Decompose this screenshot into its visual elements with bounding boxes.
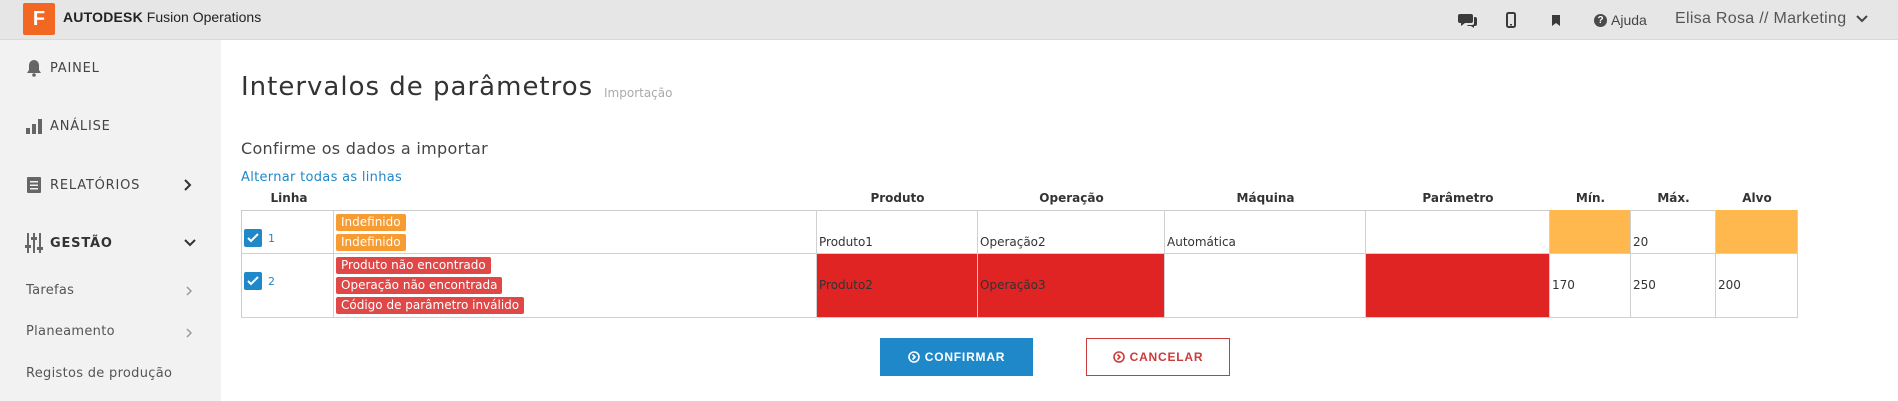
table-cell-status	[334, 210, 817, 254]
sidebar-subitem-registos[interactable]: Registos de produção	[26, 366, 172, 381]
sidebar-item-relatorios[interactable]: RELATÓRIOS	[24, 175, 140, 195]
chevron-right-icon	[184, 179, 192, 191]
sidebar-item-label: ANÁLISE	[50, 118, 111, 134]
cell-value: Produto2	[819, 278, 873, 292]
column-header-operacao: Operação	[1039, 191, 1104, 205]
chart-icon	[26, 119, 42, 134]
bookmark-icon[interactable]	[1546, 11, 1566, 29]
row-number: 2	[268, 275, 275, 288]
column-header-alvo: Alvo	[1742, 191, 1772, 205]
table-cell-maquina[interactable]	[1165, 254, 1366, 318]
bell-icon	[27, 60, 41, 77]
table-cell-produto[interactable]: Produto1	[817, 210, 978, 254]
top-bar: F AUTODESK Fusion Operations ? Ajuda Eli…	[0, 0, 1898, 40]
sidebar-subitem-tarefas[interactable]: Tarefas	[26, 283, 74, 298]
chevron-right-icon	[186, 328, 192, 338]
cell-value: 200	[1718, 278, 1741, 292]
help-link[interactable]: ? Ajuda	[1594, 12, 1647, 28]
sliders-icon	[25, 233, 43, 253]
chevron-right-icon	[186, 286, 192, 296]
circle-arrow-icon	[907, 351, 920, 363]
row-number: 1	[268, 232, 275, 245]
table-cell-min[interactable]	[1550, 210, 1631, 254]
sidebar-item-analise[interactable]: ANÁLISE	[24, 117, 111, 135]
table-cell-max[interactable]: 250	[1631, 254, 1716, 318]
checkmark-icon	[247, 233, 259, 243]
sidebar-subitem-planeamento[interactable]: Planeamento	[26, 324, 115, 339]
chevron-down-icon	[184, 239, 196, 247]
cell-value: Produto1	[819, 235, 873, 249]
status-badge: Indefinido	[336, 234, 406, 251]
column-header-min: Mín.	[1575, 191, 1606, 205]
sidebar-item-gestao[interactable]: GESTÃO	[24, 232, 113, 254]
help-icon: ?	[1594, 13, 1607, 27]
sidebar-item-label: RELATÓRIOS	[50, 177, 141, 193]
table-cell-operacao[interactable]: Operação2	[978, 210, 1165, 254]
column-header-produto: Produto	[870, 191, 925, 205]
table-cell-parametro[interactable]	[1366, 254, 1550, 318]
status-badge: Produto não encontrado	[336, 257, 491, 274]
chevron-down-icon	[1856, 15, 1869, 23]
cell-value: Operação3	[980, 278, 1046, 292]
table-cell-min[interactable]: 170	[1550, 254, 1631, 318]
row-checkbox[interactable]	[244, 229, 262, 247]
page-title: Intervalos de parâmetros	[241, 72, 594, 102]
user-menu[interactable]: Elisa Rosa // Marketing	[1675, 10, 1869, 28]
column-header-linha: Linha	[270, 191, 308, 205]
circle-arrow-icon	[1112, 351, 1125, 363]
sidebar-item-label: PAINEL	[50, 60, 100, 76]
app-logo[interactable]: F	[23, 3, 55, 35]
mobile-icon[interactable]	[1501, 11, 1521, 29]
reports-icon	[27, 177, 41, 193]
page-subtitle: Importação	[604, 86, 673, 100]
brand-name: AUTODESK	[63, 9, 143, 25]
status-badge: Indefinido	[336, 214, 406, 231]
table-cell-alvo[interactable]	[1716, 210, 1798, 254]
row-checkbox[interactable]	[244, 272, 262, 290]
product-name: Fusion Operations	[146, 9, 262, 25]
table-cell-max[interactable]: 20	[1631, 210, 1716, 254]
chat-icon[interactable]	[1458, 11, 1478, 29]
column-header-max: Máx.	[1657, 191, 1690, 205]
sidebar	[0, 40, 221, 401]
app-title: AUTODESK Fusion Operations	[63, 9, 261, 25]
cancel-label: CANCELAR	[1129, 350, 1204, 364]
confirm-button[interactable]: CONFIRMAR	[880, 338, 1033, 376]
table-cell-parametro[interactable]	[1366, 210, 1550, 254]
cell-value: 170	[1552, 278, 1575, 292]
table-cell-alvo[interactable]: 200	[1716, 254, 1798, 318]
status-badge: Código de parâmetro inválido	[336, 297, 525, 314]
section-title: Confirme os dados a importar	[241, 139, 489, 158]
cell-value: 20	[1633, 235, 1649, 249]
help-label: Ajuda	[1611, 12, 1647, 28]
sidebar-item-label: GESTÃO	[50, 235, 113, 251]
checkmark-icon	[247, 276, 259, 286]
table-cell-operacao[interactable]: Operação3	[978, 254, 1165, 318]
confirm-label: CONFIRMAR	[924, 350, 1006, 364]
user-label: Elisa Rosa // Marketing	[1675, 10, 1847, 27]
column-header-parametro: Parâmetro	[1422, 191, 1494, 205]
cell-value: Operação2	[980, 235, 1046, 249]
table-cell-produto[interactable]: Produto2	[817, 254, 978, 318]
column-header-maquina: Máquina	[1236, 191, 1295, 205]
cancel-button[interactable]: CANCELAR	[1086, 338, 1230, 376]
table-cell-maquina[interactable]: Automática	[1165, 210, 1366, 254]
status-badge: Operação não encontrada	[336, 277, 503, 294]
toggle-all-rows-link[interactable]: Alternar todas as linhas	[241, 170, 402, 185]
sidebar-item-painel[interactable]: PAINEL	[24, 59, 100, 77]
cell-value: 250	[1633, 278, 1656, 292]
cell-value: Automática	[1167, 235, 1236, 249]
